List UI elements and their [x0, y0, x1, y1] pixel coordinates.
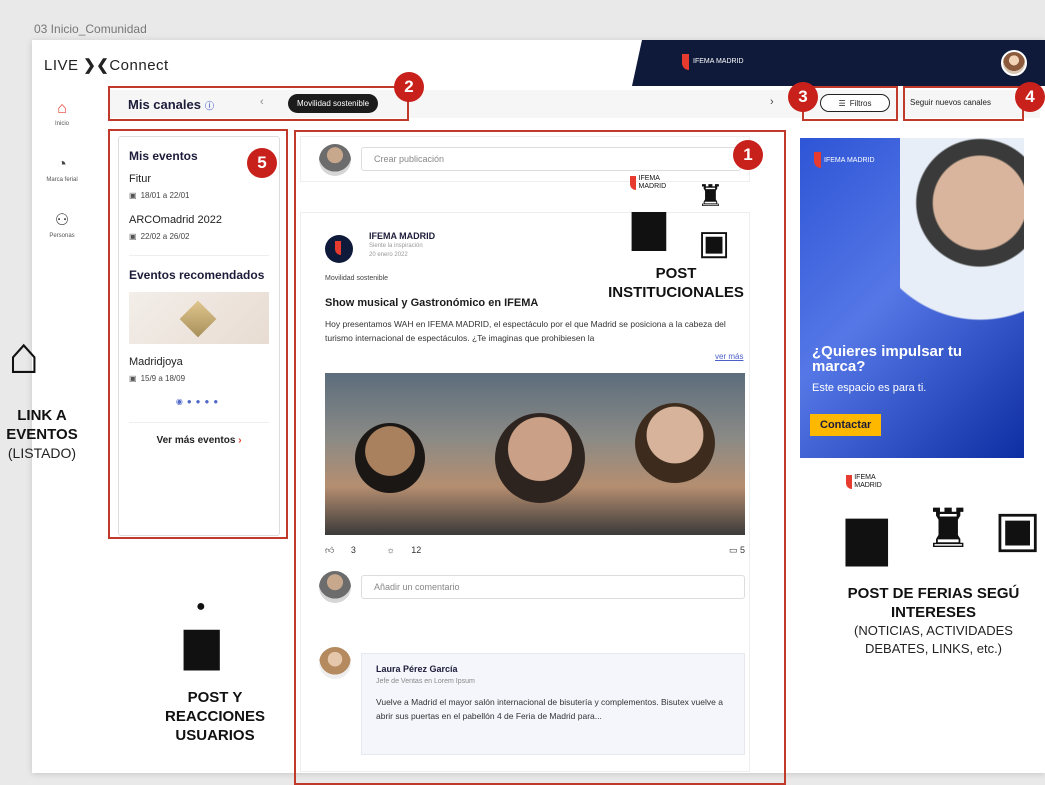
contact-button[interactable]: Contactar: [810, 414, 882, 436]
annotation-line: POST DE FERIAS SEGÚ: [847, 585, 1020, 602]
ad-banner[interactable]: IFEMA MADRID ¿Quieres impulsar tu marca?…: [800, 138, 1024, 458]
palette-icon: ◔: [57, 156, 67, 173]
annotation-fairs: POST DE FERIAS SEGÚ INTERESES (NOTICIAS, A…: [822, 584, 1045, 658]
badge-2: 2: [394, 72, 424, 102]
annotation-institutional: POST INSTITUCIONALES: [596, 264, 756, 302]
people-icon: ♜: [924, 499, 973, 559]
annotation-line: EVENTOS: [6, 426, 78, 443]
ifema-mark-icon: [682, 54, 689, 70]
ad-headline: ¿Quieres impulsar tu marca?: [812, 343, 963, 375]
annotation-link-events: LINK A EVENTOS (LISTADO): [0, 406, 84, 463]
people-icon: ⚇: [54, 212, 70, 229]
logo-mark-icon: ❯❮: [78, 57, 110, 74]
highlight-box-4: [903, 86, 1024, 121]
brand-text: IFEMA MADRID: [693, 58, 744, 65]
annotation-line: POST: [655, 265, 697, 282]
top-bar: LIVE ❯❮Connect IFEMA MADRID: [32, 40, 1045, 86]
home-icon: ⌂: [8, 327, 40, 385]
annotation-line: (LISTADO): [7, 445, 77, 461]
ad-brand: IFEMA MADRID: [824, 156, 875, 164]
chevron-right-icon[interactable]: ›: [770, 96, 774, 108]
highlight-box-5: [108, 129, 288, 539]
calendar-icon: ▣: [994, 501, 1042, 557]
frame-label: 03 Inicio_Comunidad: [34, 22, 147, 36]
nav-item-marca-ferial[interactable]: ◔ Marca ferial: [32, 156, 92, 183]
annotation-brand-text: IFEMA MADRID: [638, 175, 667, 190]
nav-label: Personas: [49, 233, 75, 239]
chat-icon: ▆: [632, 201, 666, 250]
logo-right: Connect: [109, 57, 169, 74]
annotation-line: INSTITUCIONALES: [608, 284, 744, 301]
logo-left: LIVE: [44, 57, 79, 74]
people-icon: ♜: [697, 180, 724, 213]
annotation-line: USUARIOS: [175, 727, 255, 744]
ifema-mark-icon: [814, 152, 821, 168]
annotation-line: REACCIONES: [164, 708, 265, 725]
user-avatar[interactable]: [1001, 50, 1027, 76]
annotation-brand-text: IFEMA MADRID: [854, 474, 882, 489]
chat-icon: ▆: [184, 617, 220, 669]
annotation-user-posts: POST Y REACCIONES USUARIOS: [140, 688, 290, 745]
home-icon: ⌂: [57, 100, 67, 117]
annotation-line: LINK A: [17, 407, 67, 424]
nav-label: Inicio: [54, 121, 69, 127]
nav-label: Marca ferial: [46, 177, 78, 183]
badge-5: 5: [247, 148, 277, 178]
brand-bar: IFEMA MADRID: [632, 40, 1045, 86]
annotation-line: DEBATES, LINKS, etc.): [864, 641, 1003, 656]
calendar-icon: ▣: [698, 224, 731, 262]
nav-item-personas[interactable]: ⚇ Personas: [32, 210, 92, 239]
annotation-line: INTERESES: [890, 604, 977, 621]
annotation-line: (NOTICIAS, ACTIVIDADES: [854, 623, 1013, 638]
nav-item-inicio[interactable]: ⌂ Inicio: [32, 100, 92, 127]
ad-subtitle: Este espacio es para ti.: [812, 382, 927, 394]
ad-logo: IFEMA MADRID: [814, 152, 875, 168]
badge-4: 4: [1015, 82, 1045, 112]
chat-icon: ▆: [846, 505, 888, 565]
badge-3: 3: [788, 82, 818, 112]
app-logo[interactable]: LIVE ❯❮Connect: [44, 56, 169, 74]
ifema-logo-annotation: IFEMA MADRID: [846, 474, 884, 490]
annotation-line: POST Y: [187, 689, 243, 706]
person-icon: ●: [196, 598, 206, 615]
ifema-logo-annotation: IFEMA MADRID: [630, 175, 675, 191]
ifema-logo: IFEMA MADRID: [682, 54, 744, 70]
ad-image: [900, 138, 1024, 348]
badge-1: 1: [733, 140, 763, 170]
highlight-box-2: [108, 86, 409, 121]
